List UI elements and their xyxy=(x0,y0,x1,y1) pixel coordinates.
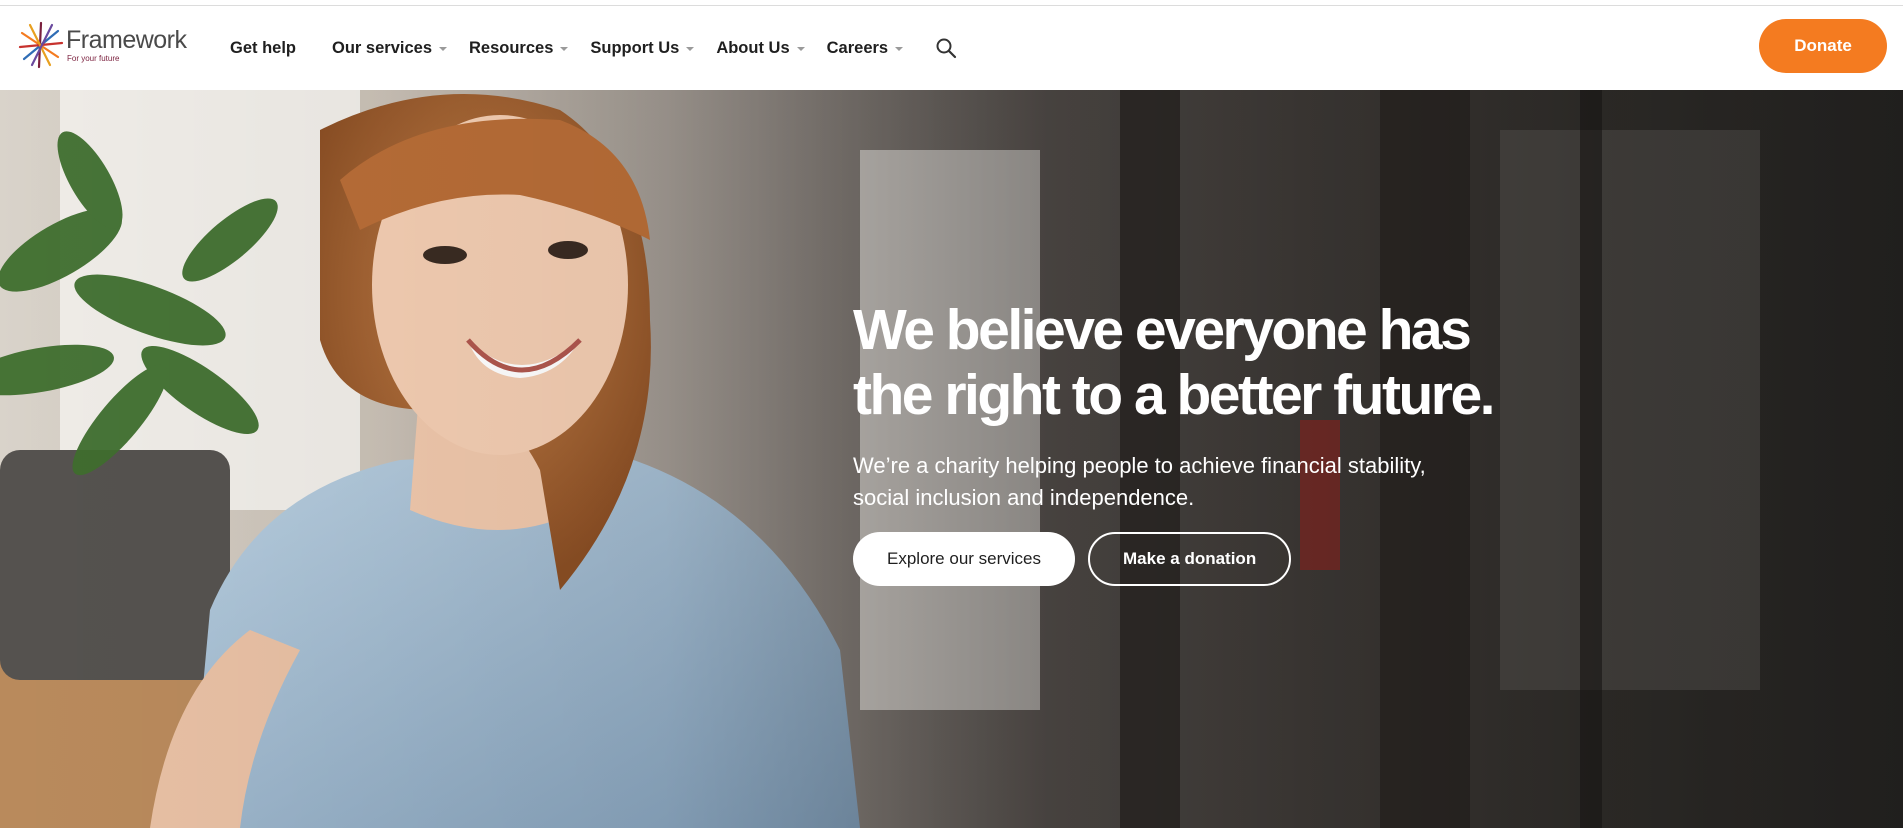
chevron-down-icon xyxy=(895,47,904,51)
site-header: Framework For your future Get help Our s… xyxy=(0,6,1903,90)
hero-content: We believe everyone has the right to a b… xyxy=(853,298,1553,586)
nav-resources[interactable]: Resources xyxy=(469,38,569,58)
chevron-down-icon xyxy=(686,47,695,51)
make-donation-button[interactable]: Make a donation xyxy=(1088,532,1292,586)
donate-button[interactable]: Donate xyxy=(1759,19,1887,73)
hero-buttons: Explore our services Make a donation xyxy=(853,532,1553,586)
hero-section: We believe everyone has the right to a b… xyxy=(0,90,1903,828)
chevron-down-icon xyxy=(439,47,447,51)
nav-about-us-label: About Us xyxy=(716,38,790,57)
logo-name: Framework xyxy=(66,25,187,54)
nav-support-us[interactable]: Support Us xyxy=(590,38,695,58)
nav-careers-label: Careers xyxy=(826,38,889,57)
nav-resources-label: Resources xyxy=(469,38,554,57)
hero-title: We believe everyone has the right to a b… xyxy=(853,298,1496,427)
nav-support-us-label: Support Us xyxy=(590,38,680,57)
logo-tagline: For your future xyxy=(67,53,120,63)
main-nav: Get help Our services Resources Support … xyxy=(230,6,957,90)
nav-get-help-label: Get help xyxy=(230,38,297,57)
hero-subtitle: We’re a charity helping people to achiev… xyxy=(853,453,1426,510)
framework-logo[interactable]: Framework For your future xyxy=(18,20,188,70)
framework-logo-mark xyxy=(18,21,64,69)
nav-our-services-label: Our services xyxy=(332,38,432,57)
nav-careers[interactable]: Careers xyxy=(826,38,904,58)
explore-services-button[interactable]: Explore our services xyxy=(853,532,1076,586)
nav-about-us[interactable]: About Us xyxy=(716,38,805,58)
chevron-down-icon xyxy=(796,47,805,51)
nav-our-services[interactable]: Our services xyxy=(332,39,447,58)
search-icon[interactable] xyxy=(935,37,957,59)
nav-get-help[interactable]: Get help xyxy=(230,39,296,58)
chevron-down-icon xyxy=(560,47,569,51)
